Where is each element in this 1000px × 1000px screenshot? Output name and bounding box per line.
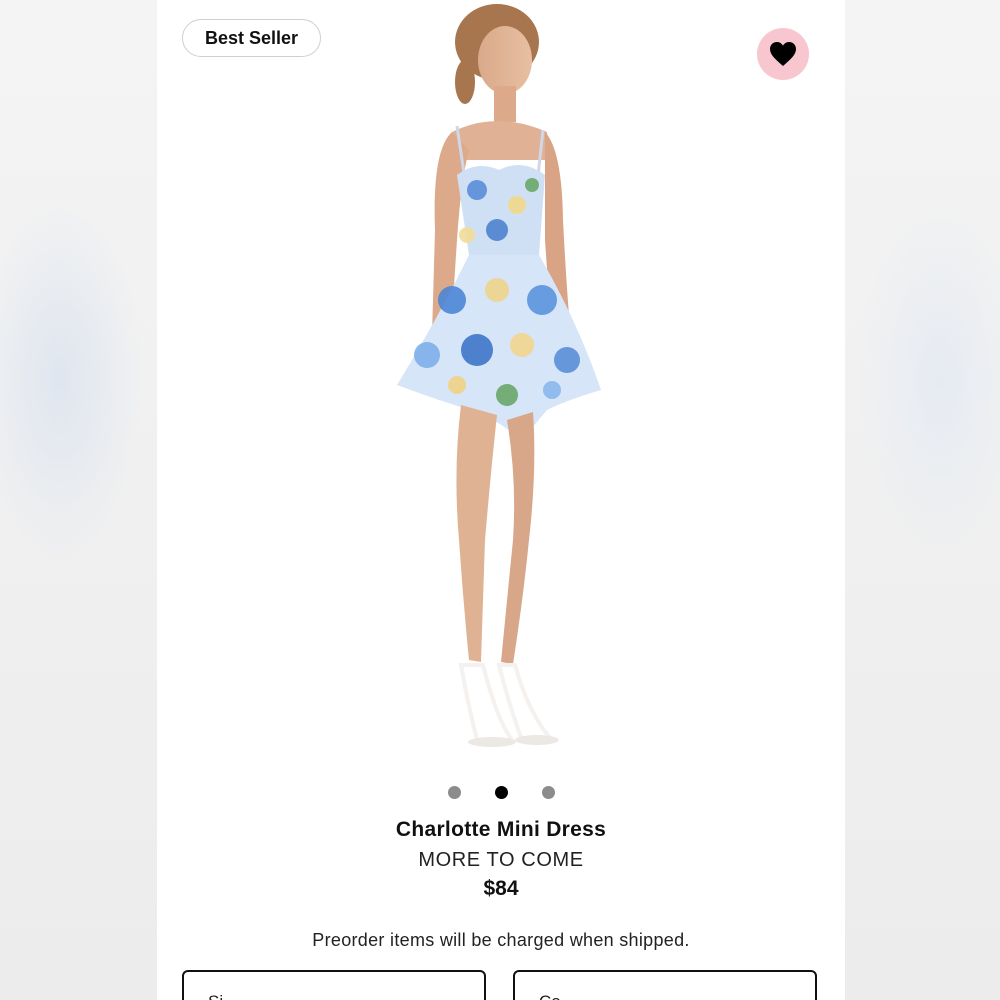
preorder-notice: Preorder items will be charged when ship… <box>312 930 690 950</box>
heart-icon <box>770 42 796 66</box>
image-carousel-dots <box>157 786 845 799</box>
color-select[interactable]: Co <box>513 970 817 1000</box>
product-price: $84 <box>483 877 519 900</box>
favorite-button[interactable] <box>757 28 809 80</box>
carousel-dot-active[interactable] <box>494 786 508 799</box>
color-select-label: Co <box>539 992 561 1000</box>
carousel-dot[interactable] <box>541 786 555 799</box>
product-title: Charlotte Mini Dress <box>395 818 607 841</box>
best-seller-badge: Best Seller <box>182 19 322 57</box>
size-select[interactable]: Si <box>182 970 486 1000</box>
product-image[interactable] <box>357 0 647 770</box>
product-card: Best Seller Charlotte Mini Dress MORE TO… <box>157 0 845 1000</box>
product-status: MORE TO COME <box>418 849 584 871</box>
carousel-dot[interactable] <box>447 786 461 799</box>
size-select-label: Si <box>208 992 223 1000</box>
